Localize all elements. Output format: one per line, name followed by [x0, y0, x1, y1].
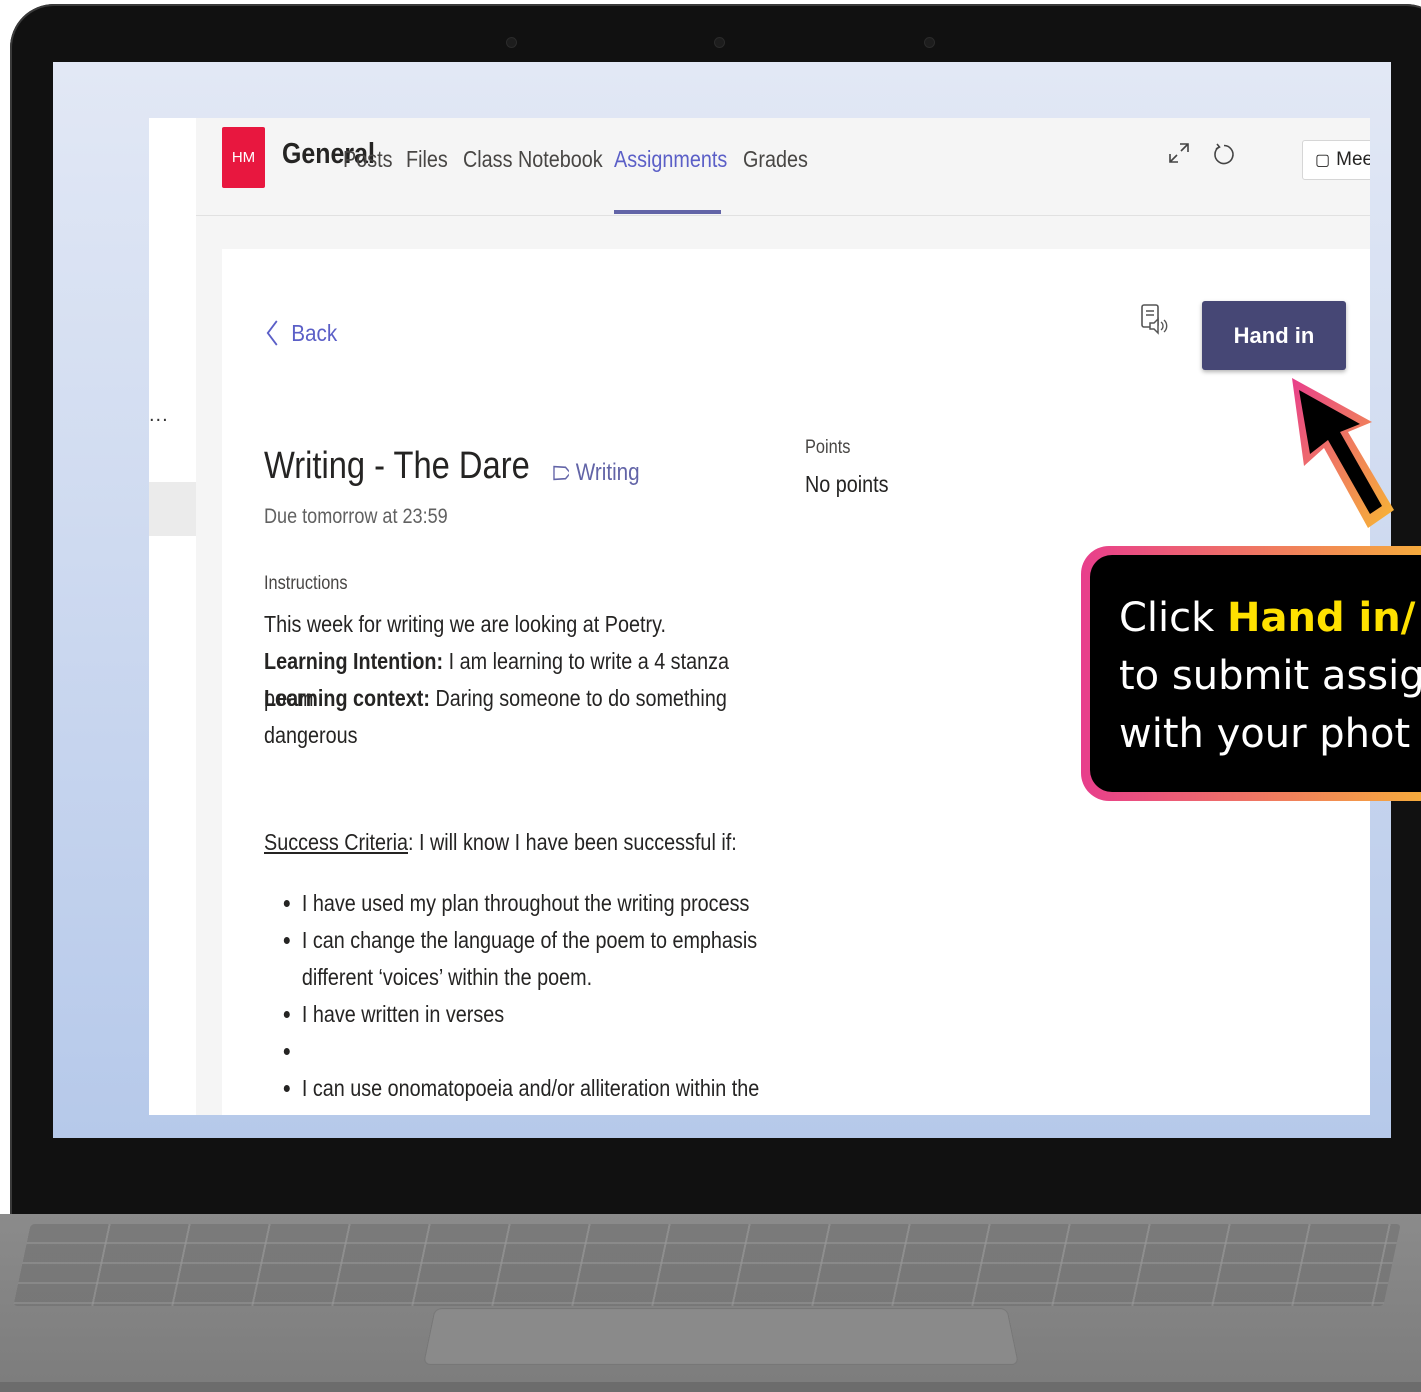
points-label: Points [805, 437, 851, 458]
tab-files[interactable]: Files [406, 146, 448, 173]
due-date: Due tomorrow at 23:59 [264, 505, 448, 528]
callout-line: Click [1119, 595, 1228, 641]
list-item: I can change the language of the poem to… [302, 922, 784, 996]
tab-posts[interactable]: Posts [343, 146, 392, 173]
callout-text: Click Hand in/ to submit assig with your… [1090, 555, 1421, 792]
learning-context: Learning context: Daring someone to do s… [264, 680, 746, 754]
sensor-dot [924, 37, 935, 48]
pointer-arrow-icon [1292, 378, 1394, 528]
laptop-bottom-bezel [53, 1138, 1391, 1213]
team-avatar: HM [222, 127, 265, 188]
list-item: I can use onomatopoeia and/or alliterati… [302, 1070, 784, 1107]
callout-highlight: Hand in/ [1227, 595, 1416, 641]
channel-header: HM General Posts Files Class Notebook As… [196, 118, 1370, 216]
selected-channel-item[interactable] [149, 482, 196, 536]
tag-label: Writing [575, 459, 640, 486]
learning-intention-label: Learning Intention: [264, 648, 444, 674]
more-options-icon[interactable]: ... [149, 404, 169, 427]
trackpad [424, 1309, 1018, 1364]
video-camera-icon: ▢ [1315, 152, 1331, 169]
keyboard-rows [13, 1224, 1401, 1306]
hand-in-button[interactable]: Hand in [1202, 301, 1346, 370]
active-tab-indicator [614, 210, 721, 214]
tag-icon [553, 465, 569, 481]
success-criteria-heading: Success Criteria: I will know I have bee… [264, 829, 737, 856]
channel-list: ... [149, 118, 196, 1115]
assignment-title: Writing - The Dare [264, 445, 530, 487]
tab-assignments[interactable]: Assignments [614, 146, 727, 173]
list-item: ​ [302, 1033, 784, 1070]
meet-label: Mee [1336, 149, 1370, 170]
callout-line: to submit assig [1119, 653, 1421, 699]
camera-icon [714, 37, 725, 48]
chevron-left-icon [266, 320, 278, 346]
list-item: I have written in verses [302, 996, 784, 1033]
tab-grades[interactable]: Grades [743, 146, 808, 173]
sensor-dot [506, 37, 517, 48]
success-criteria-list: I have used my plan throughout the writi… [264, 885, 783, 1107]
learning-context-label: Learning context: [264, 685, 430, 711]
instructions-line: This week for writing we are looking at … [264, 611, 666, 637]
refresh-icon[interactable] [1212, 142, 1236, 175]
tab-class-notebook[interactable]: Class Notebook [463, 146, 603, 173]
laptop-base-edge [0, 1382, 1421, 1392]
success-criteria-label: Success Criteria [264, 829, 408, 855]
meet-button[interactable]: ▢ Mee [1302, 140, 1370, 180]
points-value: No points [805, 471, 889, 497]
back-link[interactable]: Back [266, 319, 337, 347]
assignment-tag[interactable]: Writing [550, 459, 640, 487]
back-label: Back [291, 319, 338, 346]
expand-icon[interactable] [1168, 142, 1190, 171]
list-item: I have used my plan throughout the writi… [302, 885, 784, 922]
instructions-label: Instructions [264, 573, 348, 594]
immersive-reader-icon[interactable] [1140, 303, 1168, 339]
callout-box: Click Hand in/ to submit assig with your… [1081, 546, 1421, 801]
callout-line: with your phot [1119, 711, 1411, 757]
success-criteria-text: : I will know I have been successful if: [407, 829, 737, 855]
